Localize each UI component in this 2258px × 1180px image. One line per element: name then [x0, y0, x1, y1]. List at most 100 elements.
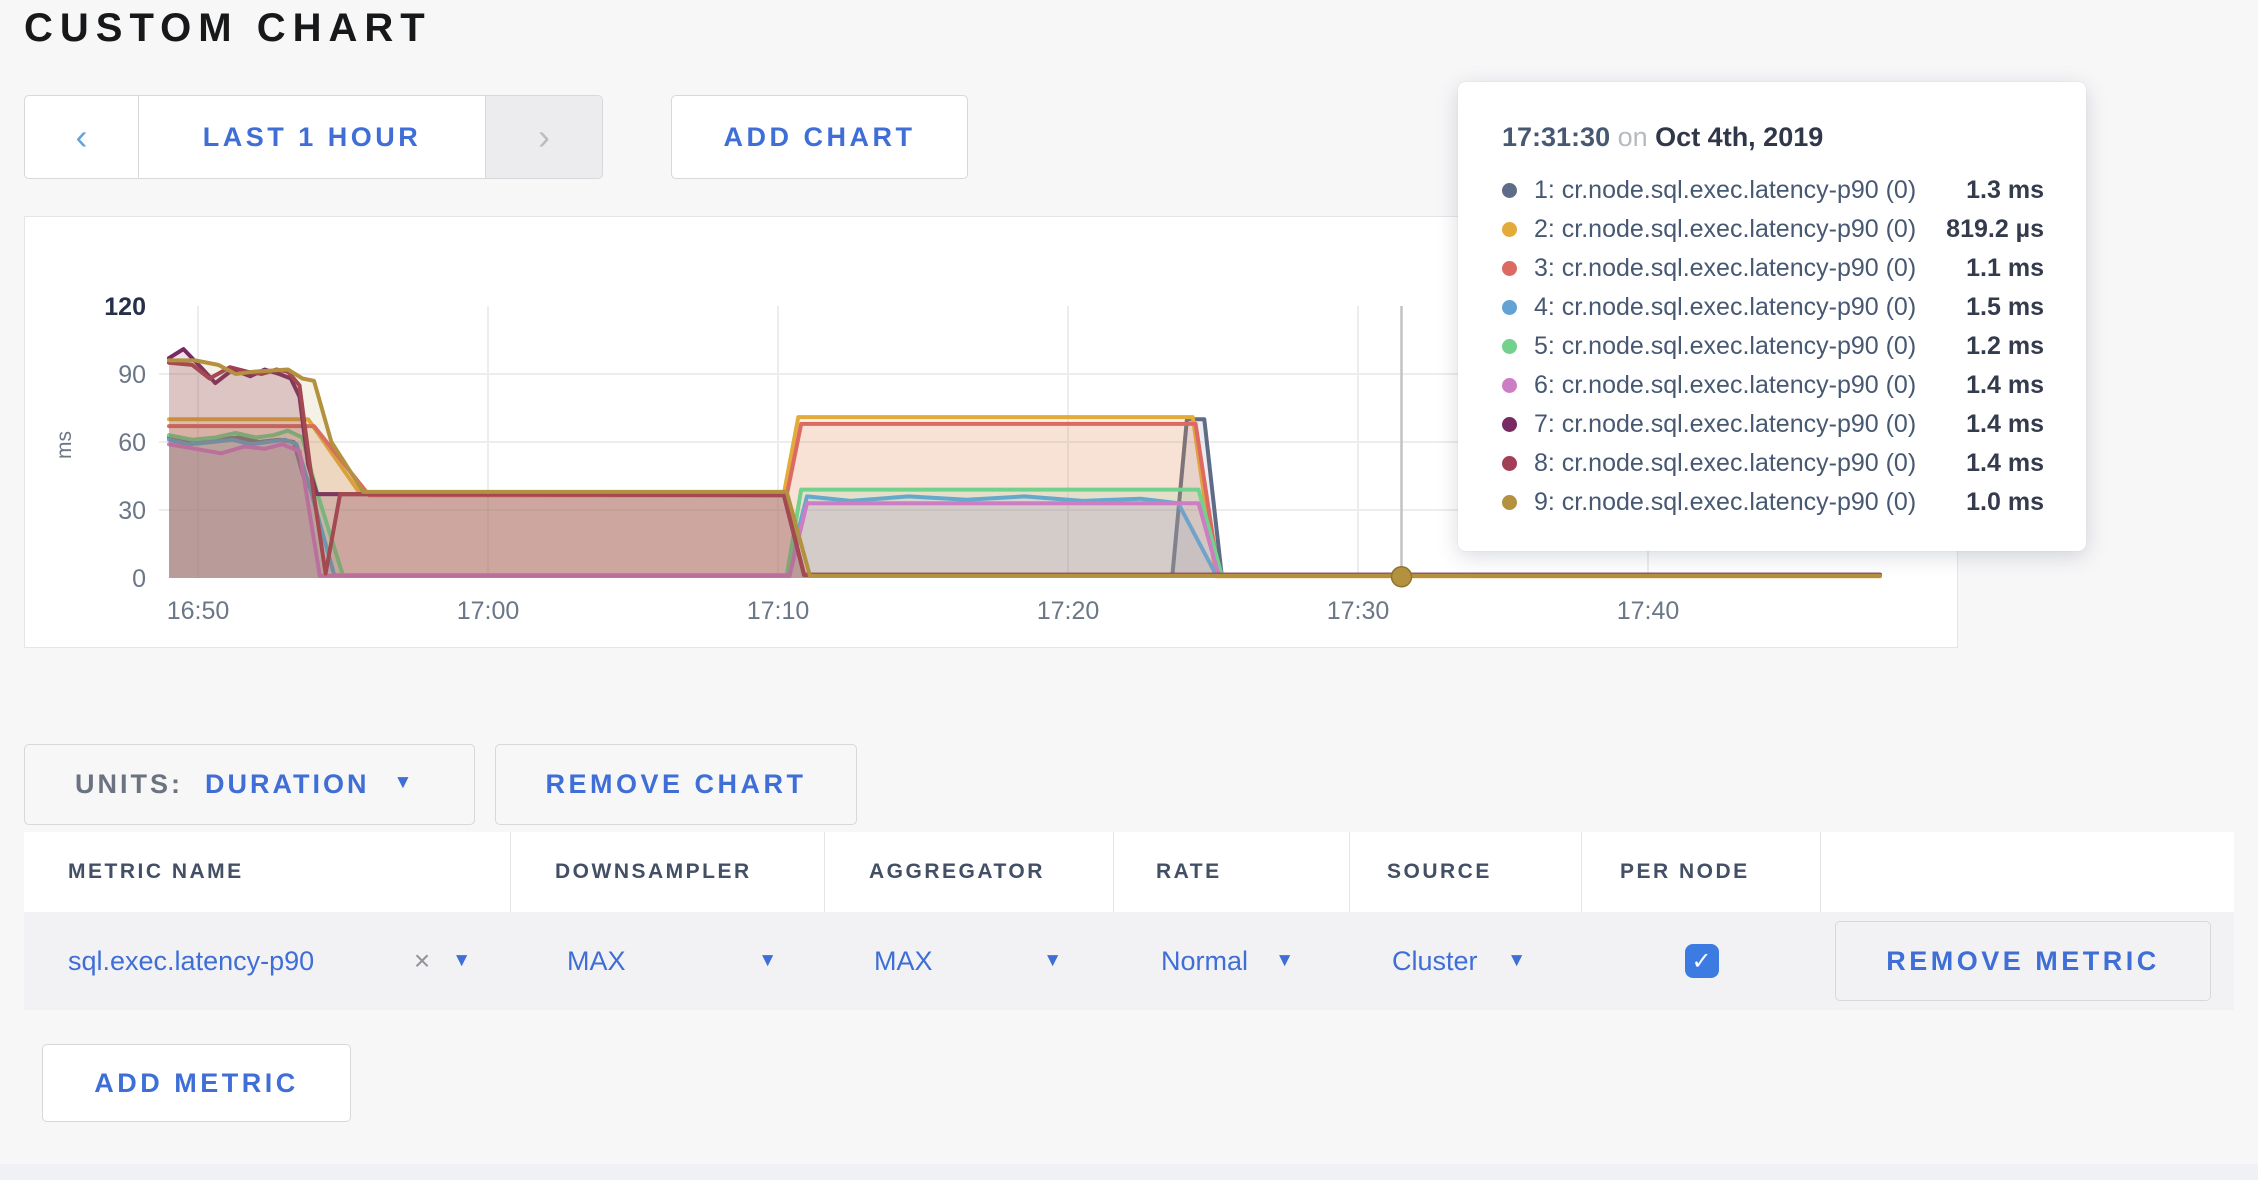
y-axis-tick-label: 60 — [118, 429, 146, 457]
check-icon: ✓ — [1691, 947, 1711, 976]
page-title: CUSTOM CHART — [24, 6, 432, 51]
header-metric-name: METRIC NAME — [24, 832, 511, 912]
series-color-dot-icon — [1502, 222, 1517, 237]
header-aggregator: AGGREGATOR — [825, 832, 1114, 912]
hover-dot-icon — [1392, 567, 1412, 587]
tooltip-series-row: 3: cr.node.sql.exec.latency-p90 (0)1.1 m… — [1502, 249, 2044, 288]
series-value: 1.5 ms — [1966, 293, 2044, 322]
x-axis-tick-label: 17:00 — [457, 597, 520, 625]
downsampler-select[interactable]: MAX ▼ — [511, 946, 825, 977]
series-value: 1.4 ms — [1966, 410, 2044, 439]
series-value: 1.2 ms — [1966, 332, 2044, 361]
tooltip-date: Oct 4th, 2019 — [1655, 122, 1823, 152]
chevron-right-icon: › — [538, 116, 550, 158]
remove-metric-label: REMOVE METRIC — [1886, 946, 2160, 977]
y-axis-tick-label: 30 — [118, 497, 146, 525]
y-axis-tick-label: 120 — [104, 293, 146, 321]
units-label: UNITS: — [75, 769, 183, 800]
series-label: 6: cr.node.sql.exec.latency-p90 (0) — [1534, 371, 1966, 400]
metrics-table-header: METRIC NAME DOWNSAMPLER AGGREGATOR RATE … — [24, 832, 2234, 912]
chart-hover-tooltip: 17:31:30 on Oct 4th, 2019 1: cr.node.sql… — [1458, 82, 2086, 551]
series-value: 1.0 ms — [1966, 488, 2044, 517]
series-color-dot-icon — [1502, 339, 1517, 354]
metric-row: sql.exec.latency-p90 × ▼ MAX ▼ MAX ▼ Nor… — [24, 912, 2234, 1010]
clear-metric-icon[interactable]: × — [414, 945, 430, 977]
remove-metric-button[interactable]: REMOVE METRIC — [1835, 921, 2211, 1001]
series-color-dot-icon — [1502, 417, 1517, 432]
time-range-dropdown[interactable]: LAST 1 HOUR — [139, 96, 485, 178]
series-label: 1: cr.node.sql.exec.latency-p90 (0) — [1534, 176, 1966, 205]
y-axis-tick-label: 0 — [132, 565, 146, 593]
units-value: DURATION — [205, 769, 369, 800]
header-actions — [1821, 832, 2234, 912]
tooltip-series-row: 7: cr.node.sql.exec.latency-p90 (0)1.4 m… — [1502, 405, 2044, 444]
header-per-node: PER NODE — [1582, 832, 1821, 912]
downsampler-value: MAX — [567, 946, 626, 977]
series-value: 819.2 µs — [1946, 215, 2044, 244]
source-select[interactable]: Cluster ▼ — [1350, 946, 1582, 977]
remove-chart-label: REMOVE CHART — [545, 769, 806, 800]
add-chart-button[interactable]: ADD CHART — [671, 95, 968, 179]
rate-select[interactable]: Normal ▼ — [1114, 946, 1350, 977]
header-source: SOURCE — [1350, 832, 1582, 912]
chevron-down-icon: ▼ — [758, 950, 777, 972]
chevron-down-icon: ▼ — [1507, 950, 1526, 972]
source-value: Cluster — [1392, 946, 1478, 977]
tooltip-series-row: 9: cr.node.sql.exec.latency-p90 (0)1.0 m… — [1502, 483, 2044, 522]
metric-chevron-down-icon[interactable]: ▼ — [452, 950, 471, 972]
series-label: 8: cr.node.sql.exec.latency-p90 (0) — [1534, 449, 1966, 478]
header-rate: RATE — [1114, 832, 1350, 912]
x-axis-tick-label: 17:20 — [1037, 597, 1100, 625]
units-dropdown[interactable]: UNITS: DURATION ▼ — [24, 744, 475, 825]
series-label: 9: cr.node.sql.exec.latency-p90 (0) — [1534, 488, 1966, 517]
x-axis-tick-label: 17:30 — [1327, 597, 1390, 625]
bottom-band — [0, 1164, 2258, 1180]
x-axis-tick-label: 16:50 — [167, 597, 230, 625]
per-node-checkbox[interactable]: ✓ — [1685, 944, 1719, 978]
series-value: 1.3 ms — [1966, 176, 2044, 205]
series-label: 2: cr.node.sql.exec.latency-p90 (0) — [1534, 215, 1946, 244]
add-metric-button[interactable]: ADD METRIC — [42, 1044, 351, 1122]
x-axis-tick-label: 17:40 — [1617, 597, 1680, 625]
add-chart-label: ADD CHART — [724, 122, 916, 153]
rate-value: Normal — [1161, 946, 1248, 977]
tooltip-series-row: 8: cr.node.sql.exec.latency-p90 (0)1.4 m… — [1502, 444, 2044, 483]
tooltip-series-row: 1: cr.node.sql.exec.latency-p90 (0)1.3 m… — [1502, 171, 2044, 210]
chevron-down-icon: ▼ — [393, 772, 415, 794]
series-label: 7: cr.node.sql.exec.latency-p90 (0) — [1534, 410, 1966, 439]
tooltip-series-row: 5: cr.node.sql.exec.latency-p90 (0)1.2 m… — [1502, 327, 2044, 366]
chevron-down-icon: ▼ — [1275, 950, 1294, 972]
time-range-prev-button[interactable]: ‹ — [25, 96, 139, 178]
aggregator-select[interactable]: MAX ▼ — [825, 946, 1114, 977]
series-color-dot-icon — [1502, 183, 1517, 198]
aggregator-value: MAX — [874, 946, 933, 977]
tooltip-series-row: 2: cr.node.sql.exec.latency-p90 (0)819.2… — [1502, 210, 2044, 249]
time-range-next-button[interactable]: › — [485, 96, 602, 178]
header-downsampler: DOWNSAMPLER — [511, 832, 825, 912]
metrics-table: METRIC NAME DOWNSAMPLER AGGREGATOR RATE … — [24, 832, 2234, 1010]
series-color-dot-icon — [1502, 456, 1517, 471]
series-color-dot-icon — [1502, 495, 1517, 510]
time-range-label: LAST 1 HOUR — [203, 122, 422, 153]
chevron-down-icon: ▼ — [1043, 950, 1062, 972]
tooltip-rows: 1: cr.node.sql.exec.latency-p90 (0)1.3 m… — [1502, 171, 2044, 522]
tooltip-series-row: 4: cr.node.sql.exec.latency-p90 (0)1.5 m… — [1502, 288, 2044, 327]
series-value: 1.1 ms — [1966, 254, 2044, 283]
chevron-left-icon: ‹ — [76, 116, 88, 158]
series-value: 1.4 ms — [1966, 371, 2044, 400]
tooltip-time: 17:31:30 — [1502, 122, 1610, 152]
series-color-dot-icon — [1502, 378, 1517, 393]
x-axis-tick-label: 17:10 — [747, 597, 810, 625]
series-color-dot-icon — [1502, 261, 1517, 276]
tooltip-header: 17:31:30 on Oct 4th, 2019 — [1502, 122, 2044, 153]
time-range-selector: ‹ LAST 1 HOUR › — [24, 95, 603, 179]
series-value: 1.4 ms — [1966, 449, 2044, 478]
y-axis-tick-label: 90 — [118, 361, 146, 389]
add-metric-label: ADD METRIC — [94, 1068, 299, 1099]
series-color-dot-icon — [1502, 300, 1517, 315]
series-label: 3: cr.node.sql.exec.latency-p90 (0) — [1534, 254, 1966, 283]
series-label: 4: cr.node.sql.exec.latency-p90 (0) — [1534, 293, 1966, 322]
remove-chart-button[interactable]: REMOVE CHART — [495, 744, 857, 825]
tooltip-series-row: 6: cr.node.sql.exec.latency-p90 (0)1.4 m… — [1502, 366, 2044, 405]
metric-name-link[interactable]: sql.exec.latency-p90 — [68, 946, 314, 977]
